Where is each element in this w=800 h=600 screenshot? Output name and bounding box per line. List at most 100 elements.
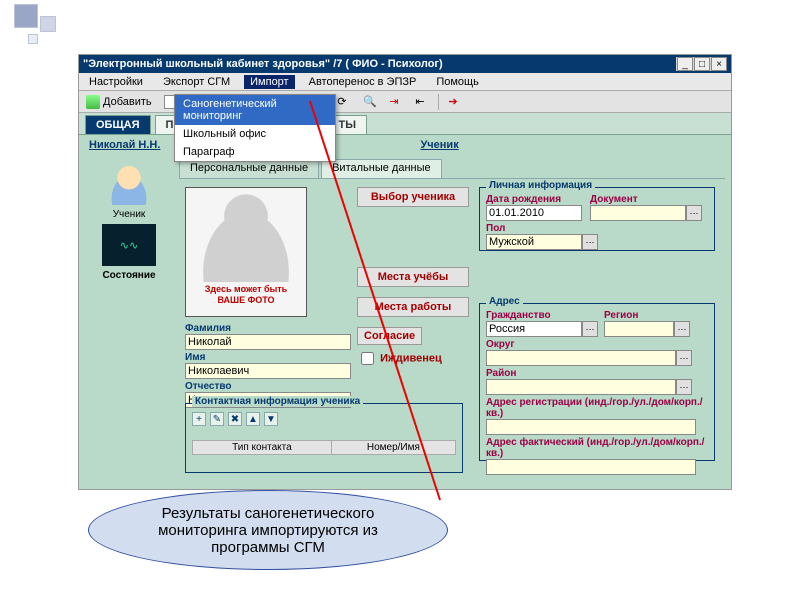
menu-help[interactable]: Помощь	[430, 75, 485, 89]
patronymic-label: Отчество	[185, 381, 351, 392]
toolbar-import[interactable]: ⇤	[412, 94, 432, 110]
tab-general[interactable]: ОБЩАЯ	[85, 115, 151, 134]
window-title: "Электронный школьный кабинет здоровья" …	[83, 58, 443, 70]
menu-import[interactable]: Импорт	[244, 75, 294, 89]
contact-up-icon[interactable]: ▲	[246, 412, 260, 426]
study-places-button[interactable]: Места учёбы	[357, 267, 469, 287]
okrug-input[interactable]	[486, 350, 676, 366]
subtabs: Персональные данные Витальные данные	[179, 159, 725, 179]
dob-label: Дата рождения	[486, 194, 582, 205]
address-group: Адрес Гражданство ⋯ Регион ⋯ Округ ⋯ Рай	[479, 303, 715, 461]
fact-address-label: Адрес фактический (инд./гор./ул./дом/кор…	[486, 437, 708, 459]
contact-toolbar: + ✎ ✖ ▲ ▼	[192, 412, 456, 426]
contact-edit-icon[interactable]: ✎	[210, 412, 224, 426]
citizenship-input[interactable]	[486, 321, 582, 337]
region-dropdown[interactable]: ⋯	[674, 321, 690, 337]
refresh-icon: ⟳	[337, 95, 351, 109]
photo-placeholder[interactable]: Здесь может бытьВАШЕ ФОТО	[185, 187, 307, 317]
contact-table: Тип контактаНомер/Имя	[192, 440, 456, 455]
export-icon: ⇥	[389, 95, 403, 109]
menu-export-sgm[interactable]: Экспорт СГМ	[157, 75, 236, 89]
dependent-label: Иждивенец	[380, 352, 442, 364]
import-dropdown: Саногенетический мониторинг Школьный офи…	[174, 94, 336, 162]
dropdown-sgm[interactable]: Саногенетический мониторинг	[175, 95, 335, 125]
menu-autotransfer[interactable]: Автоперенос в ЭПЗР	[303, 75, 423, 89]
document-input[interactable]	[590, 205, 686, 221]
restore-button[interactable]: □	[694, 57, 710, 71]
contact-col-type: Тип контакта	[193, 441, 332, 455]
consent-button[interactable]: Согласие	[357, 327, 422, 345]
dob-input[interactable]	[486, 205, 582, 221]
dropdown-paragraph[interactable]: Параграф	[175, 143, 335, 161]
sex-label: Пол	[486, 223, 708, 234]
document-dropdown[interactable]: ⋯	[686, 205, 702, 221]
name-input[interactable]	[185, 363, 351, 379]
search-icon: 🔍	[363, 95, 377, 109]
action-buttons: Выбор ученика Места учёбы Места работы С…	[357, 187, 469, 368]
toolbar-exit[interactable]: ➔	[445, 94, 465, 110]
surname-label: Фамилия	[185, 323, 351, 334]
personal-panel: Здесь может бытьВАШЕ ФОТО Фамилия Имя От…	[179, 183, 725, 483]
document-label: Документ	[590, 194, 702, 205]
slide-decoration	[28, 34, 38, 44]
main-panel: Персональные данные Витальные данные Зде…	[179, 159, 725, 483]
toolbar-add[interactable]: Добавить	[83, 94, 155, 110]
sidebar-state-label: Состояние	[83, 270, 175, 281]
okrug-dropdown[interactable]: ⋯	[676, 350, 692, 366]
reg-address-input[interactable]	[486, 419, 696, 435]
sex-input[interactable]	[486, 234, 582, 250]
contact-legend: Контактная информация ученика	[192, 396, 363, 407]
titlebar: "Электронный школьный кабинет здоровья" …	[79, 55, 731, 73]
fact-address-input[interactable]	[486, 459, 696, 475]
rayon-dropdown[interactable]: ⋯	[676, 379, 692, 395]
work-places-button[interactable]: Места работы	[357, 297, 469, 317]
state-icon[interactable]: ∿∿	[102, 224, 156, 266]
toolbar-separator	[438, 94, 439, 110]
contact-add-icon[interactable]: +	[192, 412, 206, 426]
minimize-button[interactable]: _	[677, 57, 693, 71]
close-button[interactable]: ×	[711, 57, 727, 71]
sex-dropdown[interactable]: ⋯	[582, 234, 598, 250]
annotation-callout: Результаты саногенетического мониторинга…	[88, 490, 448, 570]
personal-info-group: Личная информация Дата рождения Документ…	[479, 187, 715, 251]
contact-group: Контактная информация ученика + ✎ ✖ ▲ ▼ …	[185, 403, 463, 473]
rayon-label: Район	[486, 368, 708, 379]
student-role-link[interactable]: Ученик	[420, 139, 458, 151]
reg-address-label: Адрес регистрации (инд./гор./ул./дом/кор…	[486, 397, 708, 419]
surname-input[interactable]	[185, 334, 351, 350]
callout-text: Результаты саногенетического мониторинга…	[117, 505, 419, 556]
name-label: Имя	[185, 352, 351, 363]
dependent-checkbox[interactable]	[361, 352, 374, 365]
subtab-vital[interactable]: Витальные данные	[321, 159, 442, 178]
exit-icon: ➔	[448, 95, 462, 109]
contact-delete-icon[interactable]: ✖	[228, 412, 242, 426]
slide-decoration	[14, 4, 38, 28]
toolbar-refresh[interactable]: ⟳	[334, 94, 354, 110]
region-input[interactable]	[604, 321, 674, 337]
student-name-link[interactable]: Николай Н.Н.	[89, 139, 160, 151]
sidebar: Ученик ∿∿ Состояние	[83, 159, 175, 281]
choose-student-button[interactable]: Выбор ученика	[357, 187, 469, 207]
address-legend: Адрес	[486, 296, 523, 307]
rayon-input[interactable]	[486, 379, 676, 395]
menu-settings[interactable]: Настройки	[83, 75, 149, 89]
slide-decoration	[40, 16, 56, 32]
sidebar-student-label: Ученик	[83, 209, 175, 220]
dropdown-school-office[interactable]: Школьный офис	[175, 125, 335, 143]
contact-col-number: Номер/Имя	[331, 441, 455, 455]
window-controls: _ □ ×	[676, 57, 727, 71]
toolbar-add-label: Добавить	[103, 96, 152, 108]
region-label: Регион	[604, 310, 690, 321]
content-area: Ученик ∿∿ Состояние Персональные данные …	[79, 155, 731, 489]
student-icon[interactable]	[102, 163, 156, 205]
photo-text: Здесь может бытьВАШЕ ФОТО	[186, 282, 306, 306]
okrug-label: Округ	[486, 339, 708, 350]
toolbar-export[interactable]: ⇥	[386, 94, 406, 110]
contact-down-icon[interactable]: ▼	[264, 412, 278, 426]
plus-icon	[86, 95, 100, 109]
import-icon: ⇤	[415, 95, 429, 109]
menubar: Настройки Экспорт СГМ Импорт Автоперенос…	[79, 73, 731, 91]
toolbar-search[interactable]: 🔍	[360, 94, 380, 110]
personal-legend: Личная информация	[486, 180, 595, 191]
citizenship-dropdown[interactable]: ⋯	[582, 321, 598, 337]
